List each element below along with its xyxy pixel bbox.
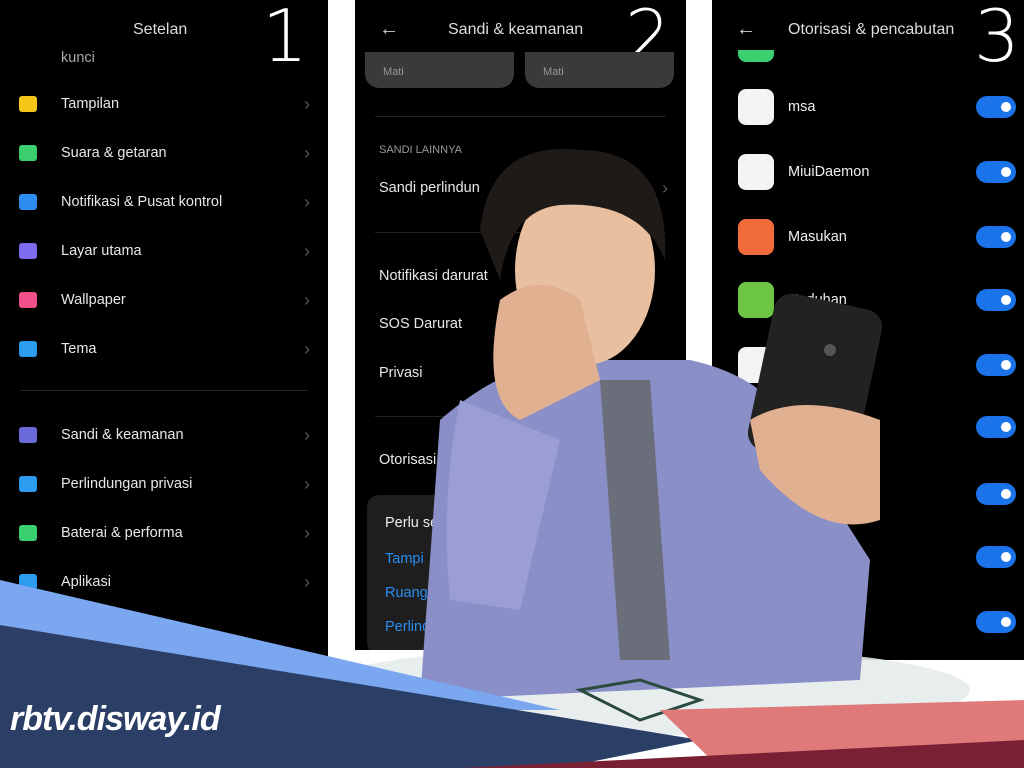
site-logo: rbtv.disway.id (10, 700, 221, 738)
brand-banner (0, 580, 1024, 768)
